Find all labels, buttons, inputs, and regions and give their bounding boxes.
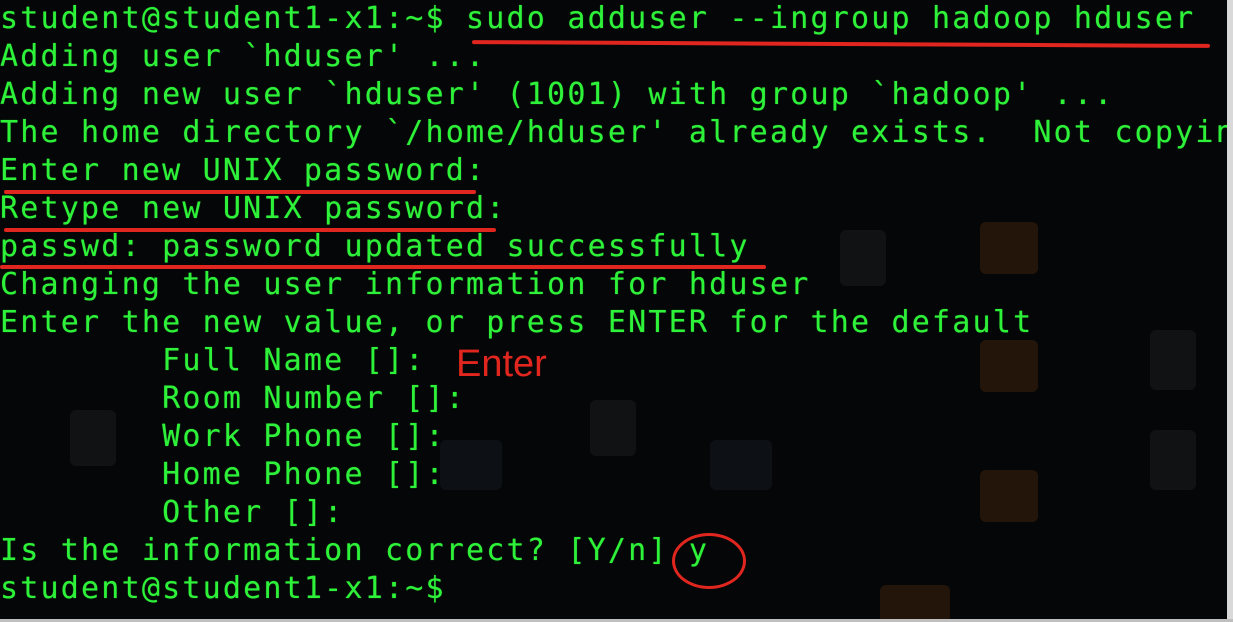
terminal-line-home-phone: Home Phone []: (0, 457, 446, 492)
terminal-line: Adding user `hduser' ... (0, 39, 487, 74)
terminal-line: The home directory `/home/hduser' alread… (0, 115, 1233, 150)
terminal-line-full-name: Full Name []: (0, 343, 426, 378)
terminal-line-room-number: Room Number []: (0, 381, 467, 416)
password-prompt-underline (4, 190, 476, 194)
window-edge (1227, 0, 1233, 622)
terminal-line: Enter the new value, or press ENTER for … (0, 305, 1034, 340)
terminal-output: student@student1-x1:~$ sudo adduser --in… (0, 0, 1233, 622)
terminal-line-password-success: passwd: password updated successfully (0, 229, 750, 264)
terminal-line-prompt[interactable]: student@student1-x1:~$ (0, 570, 446, 608)
enter-annotation: Enter (456, 343, 547, 385)
terminal-line-retype-prompt: Retype new UNIX password: (0, 191, 507, 226)
terminal-line-command: student@student1-x1:~$ sudo adduser --in… (0, 1, 1196, 36)
confirm-answer-circle (672, 533, 746, 589)
terminal-line-other: Other []: (0, 495, 345, 530)
terminal-line-password-prompt: Enter new UNIX password: (0, 153, 487, 188)
terminal-line-work-phone: Work Phone []: (0, 419, 446, 454)
success-underline (0, 265, 766, 269)
terminal-window[interactable]: student@student1-x1:~$ sudo adduser --in… (0, 0, 1233, 622)
terminal-line-confirm: Is the information correct? [Y/n] y (0, 533, 710, 568)
terminal-line: Changing the user information for hduser (0, 267, 811, 302)
terminal-line: Adding new user `hduser' (1001) with gro… (0, 77, 1115, 112)
retype-prompt-underline (4, 228, 496, 232)
